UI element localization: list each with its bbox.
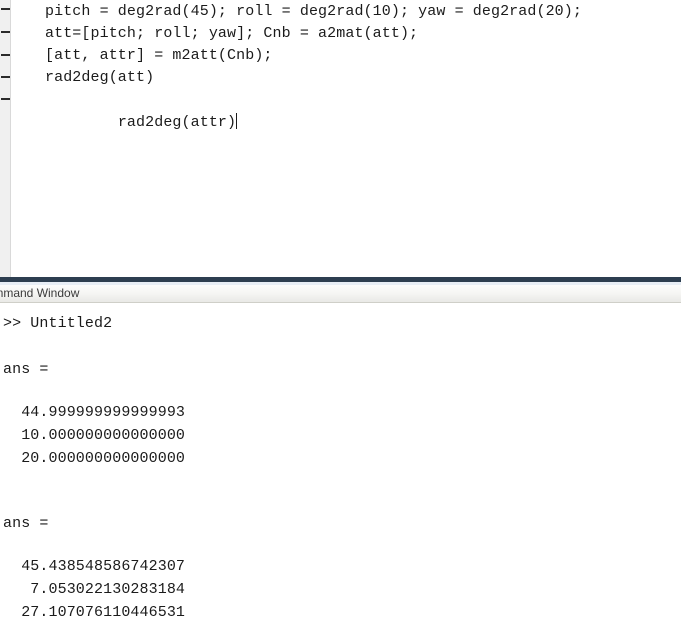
result-value: 10.000000000000000 <box>3 427 186 444</box>
result-value: 27.107076110446531 <box>3 604 186 617</box>
result-value: 44.999999999999993 <box>3 404 186 421</box>
command-prompt-line: >> Untitled2 <box>3 315 113 332</box>
fold-marker-icon[interactable] <box>1 31 10 33</box>
fold-marker-icon[interactable] <box>1 54 10 56</box>
code-line: rad2deg(att) <box>45 69 155 86</box>
fold-marker-icon[interactable] <box>1 76 10 78</box>
editor-pane[interactable]: pitch = deg2rad(45); roll = deg2rad(10);… <box>0 0 681 277</box>
text-caret <box>236 113 238 129</box>
code-line: [att, attr] = m2att(Cnb); <box>45 47 273 64</box>
matlab-window: pitch = deg2rad(45); roll = deg2rad(10);… <box>0 0 681 617</box>
result-label: ans = <box>3 361 49 378</box>
command-window-title: Command Window <box>0 286 80 300</box>
editor-text-area[interactable]: pitch = deg2rad(45); roll = deg2rad(10);… <box>11 0 681 277</box>
command-window-output[interactable]: >> Untitled2 ans = 44.999999999999993 10… <box>0 303 681 617</box>
editor-gutter[interactable] <box>0 0 11 277</box>
code-line: pitch = deg2rad(45); roll = deg2rad(10);… <box>45 3 582 20</box>
code-line-text: rad2deg(attr) <box>117 114 237 131</box>
result-value: 45.438548586742307 <box>3 558 186 575</box>
command-window-pane[interactable]: Command Window >> Untitled2 ans = 44.999… <box>0 285 681 617</box>
fold-marker-icon[interactable] <box>1 98 10 100</box>
command-window-titlebar[interactable]: Command Window <box>0 285 681 303</box>
code-line-with-caret: rad2deg(attr) <box>45 88 238 131</box>
code-line: att=[pitch; roll; yaw]; Cnb = a2mat(att)… <box>45 25 419 42</box>
fold-marker-icon[interactable] <box>1 8 10 10</box>
result-label: ans = <box>3 515 49 532</box>
result-value: 20.000000000000000 <box>3 450 186 467</box>
result-value: 7.053022130283184 <box>3 581 186 598</box>
